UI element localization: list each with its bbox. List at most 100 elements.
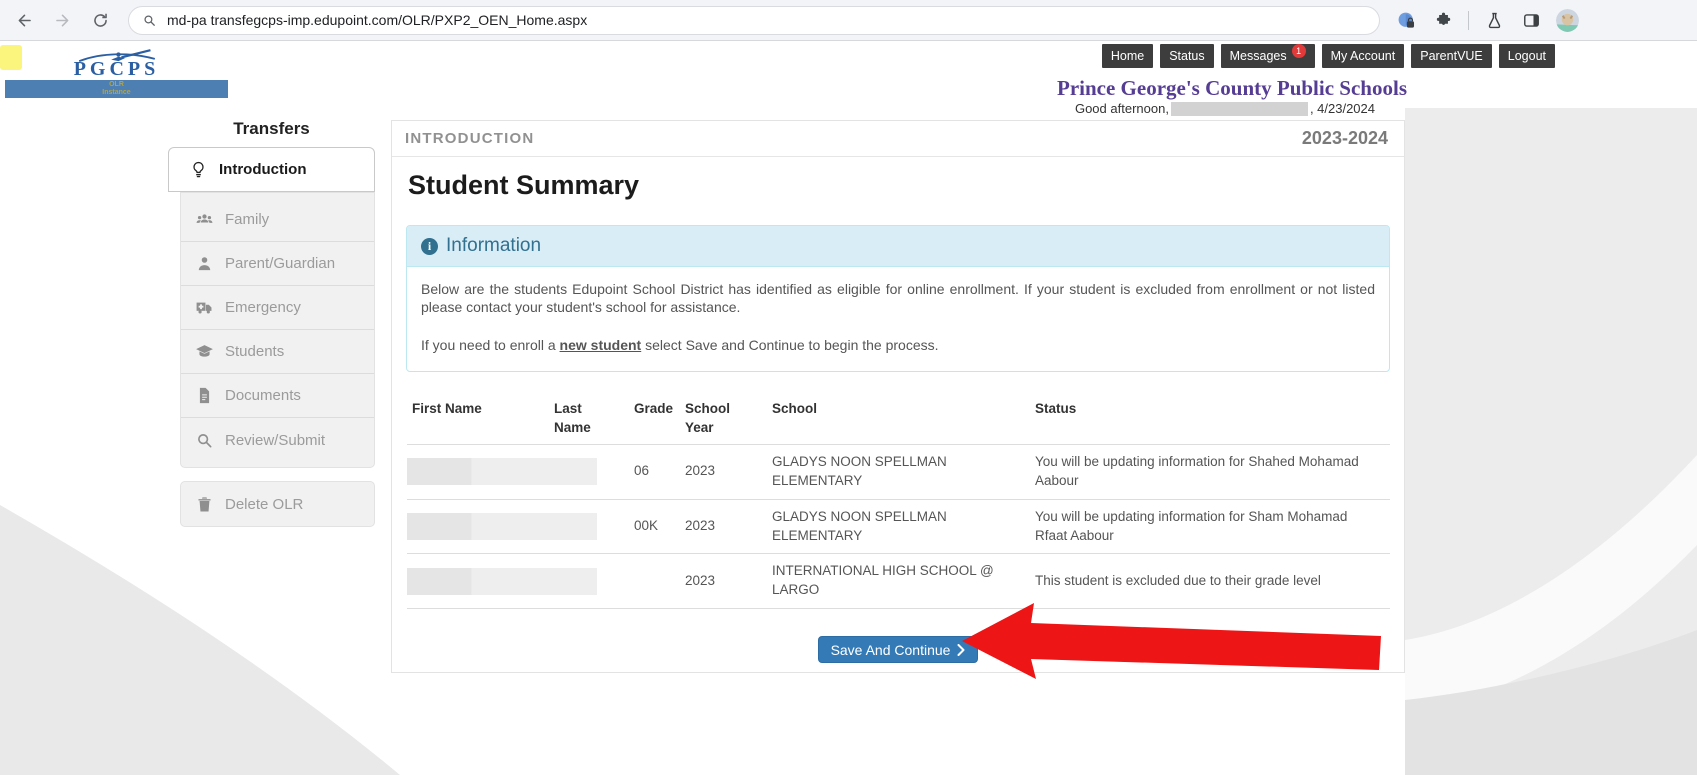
forward-icon[interactable] xyxy=(50,8,74,32)
main-panel: INTRODUCTION 2023-2024 Student Summary i… xyxy=(391,120,1405,673)
nav-item-label: Messages xyxy=(1230,49,1287,63)
sidebar-item-label: Family xyxy=(225,211,269,228)
school-cell: INTERNATIONAL HIGH SCHOOL @ LARGO xyxy=(767,554,1030,608)
search-icon xyxy=(195,431,214,450)
sidebar-item-label: Review/Submit xyxy=(225,432,325,449)
save-and-continue-button[interactable]: Save And Continue xyxy=(818,636,979,663)
student-name-cell xyxy=(407,513,629,540)
toolbar-divider xyxy=(1468,11,1469,30)
school-cell: GLADYS NOON SPELLMAN ELEMENTARY xyxy=(767,445,1030,499)
flask-icon[interactable] xyxy=(1482,8,1506,32)
logo-banner-line1: OLR xyxy=(5,81,228,89)
info-paragraph-2-before: If you need to enroll a xyxy=(421,337,560,353)
school-year-cell: 2023 xyxy=(680,454,767,489)
sidebar-item-parent-guardian[interactable]: Parent/Guardian xyxy=(181,242,374,286)
tracking-protection-icon[interactable] xyxy=(1394,8,1418,32)
sidebar-item-label: Documents xyxy=(225,387,301,404)
students-table: First NameLast Name GradeSchool Year Schoo… xyxy=(407,398,1390,609)
col-header-last-name: Last Name xyxy=(549,398,601,436)
logo-text: PGCPS xyxy=(5,60,228,78)
grade-cell: 00K xyxy=(629,509,680,544)
col-header-grade: Grade xyxy=(629,398,680,436)
back-icon[interactable] xyxy=(12,8,36,32)
school-year-cell: 2023 xyxy=(680,564,767,599)
sidebar-item-introduction[interactable]: Introduction xyxy=(168,147,375,192)
sidebar-item-label: Parent/Guardian xyxy=(225,255,335,272)
sidebar-item-family[interactable]: Family xyxy=(181,198,374,242)
logo-banner-line2: Instance xyxy=(5,89,228,97)
info-paragraph-2-after: select Save and Continue to begin the pr… xyxy=(641,337,938,353)
extensions-icon[interactable] xyxy=(1431,8,1455,32)
url-bar[interactable]: md-pa transfegcps-imp.edupoint.com/OLR/P… xyxy=(128,6,1380,35)
nav-item-label: Logout xyxy=(1508,49,1546,63)
chevron-right-icon xyxy=(957,644,965,656)
nav-item-my-account[interactable]: My Account xyxy=(1322,44,1405,68)
info-panel-header: i Information xyxy=(407,226,1389,267)
graduation-cap-icon xyxy=(195,342,214,361)
sidebar-item-documents[interactable]: Documents xyxy=(181,374,374,418)
page-title: Student Summary xyxy=(408,170,1404,201)
student-name-cell xyxy=(407,458,629,485)
students-table-header: First NameLast Name GradeSchool Year Schoo… xyxy=(407,398,1390,444)
sidebar-item-label: Students xyxy=(225,343,284,360)
sidebar-active-holder: Introduction xyxy=(168,147,375,192)
sidebar-item-label: Delete OLR xyxy=(225,496,303,513)
school-cell: GLADYS NOON SPELLMAN ELEMENTARY xyxy=(767,500,1030,554)
info-panel-body: Below are the students Edupoint School D… xyxy=(407,267,1389,371)
col-header-status: Status xyxy=(1030,398,1390,436)
info-icon: i xyxy=(421,238,438,255)
sidebar-item-delete-olr[interactable]: Delete OLR xyxy=(181,482,374,526)
name-redaction-box xyxy=(407,458,597,485)
greeting-line: Good afternoon, , 4/23/2024 xyxy=(1075,101,1375,116)
nav-item-logout[interactable]: Logout xyxy=(1499,44,1555,68)
lightbulb-icon xyxy=(189,160,208,179)
logo-banner: OLR Instance xyxy=(5,80,228,98)
nav-item-parentvue[interactable]: ParentVUE xyxy=(1411,44,1492,68)
col-header-school: School xyxy=(767,398,1030,436)
name-redaction-box xyxy=(407,568,597,595)
side-panel-icon[interactable] xyxy=(1519,8,1543,32)
info-paragraph-1: Below are the students Edupoint School D… xyxy=(421,280,1375,317)
col-header-school-year: School Year xyxy=(680,398,736,436)
sidebar-item-label: Introduction xyxy=(219,161,306,178)
nav-item-label: My Account xyxy=(1331,49,1396,63)
district-logo: PGCPS OLR Instance xyxy=(5,48,228,98)
school-year-cell: 2023 xyxy=(680,509,767,544)
sidebar-item-emergency[interactable]: Emergency xyxy=(181,286,374,330)
new-student-emphasis: new student xyxy=(560,337,642,353)
sidebar-item-students[interactable]: Students xyxy=(181,330,374,374)
students-table-body: 062023GLADYS NOON SPELLMAN ELEMENTARYYou… xyxy=(407,445,1390,609)
users-icon xyxy=(195,210,214,229)
top-nav: Home Status Messages 1 My Account ParentVUE Lo… xyxy=(1102,44,1555,68)
trash-icon xyxy=(195,495,214,514)
button-row: Save And Continue xyxy=(392,636,1404,663)
name-redaction-box xyxy=(407,513,597,540)
grade-cell xyxy=(629,573,680,589)
status-cell: You will be updating information for Sha… xyxy=(1030,445,1390,499)
profile-avatar[interactable] xyxy=(1556,9,1579,32)
nav-item-status[interactable]: Status xyxy=(1160,44,1213,68)
reload-icon[interactable] xyxy=(88,8,112,32)
sidebar-item-review-submit[interactable]: Review/Submit xyxy=(181,418,374,462)
grade-cell: 06 xyxy=(629,454,680,489)
greeting-date: , 4/23/2024 xyxy=(1310,101,1375,116)
nav-item-label: ParentVUE xyxy=(1420,49,1483,63)
sidebar-delete-holder: Delete OLR xyxy=(180,481,375,527)
ambulance-icon xyxy=(195,298,214,317)
info-panel-title: Information xyxy=(446,235,541,257)
student-name-cell xyxy=(407,568,629,595)
table-row: 062023GLADYS NOON SPELLMAN ELEMENTARYYou… xyxy=(407,445,1390,500)
col-header-first-name: First Name xyxy=(407,398,549,436)
nav-item-home[interactable]: Home xyxy=(1102,44,1153,68)
search-icon xyxy=(142,13,157,28)
info-paragraph-2: If you need to enroll a new student sele… xyxy=(421,336,1375,354)
nav-item-label: Status xyxy=(1169,49,1204,63)
district-title: Prince George's County Public Schools xyxy=(1057,76,1407,101)
nav-item-messages[interactable]: Messages 1 xyxy=(1221,44,1315,68)
table-row: 2023INTERNATIONAL HIGH SCHOOL @ LARGOThi… xyxy=(407,554,1390,609)
status-cell: You will be updating information for Sha… xyxy=(1030,500,1390,554)
save-button-label: Save And Continue xyxy=(831,642,951,658)
messages-badge: 1 xyxy=(1292,44,1306,58)
yellow-highlight-square xyxy=(0,45,22,70)
sidebar-title: Transfers xyxy=(168,119,375,139)
